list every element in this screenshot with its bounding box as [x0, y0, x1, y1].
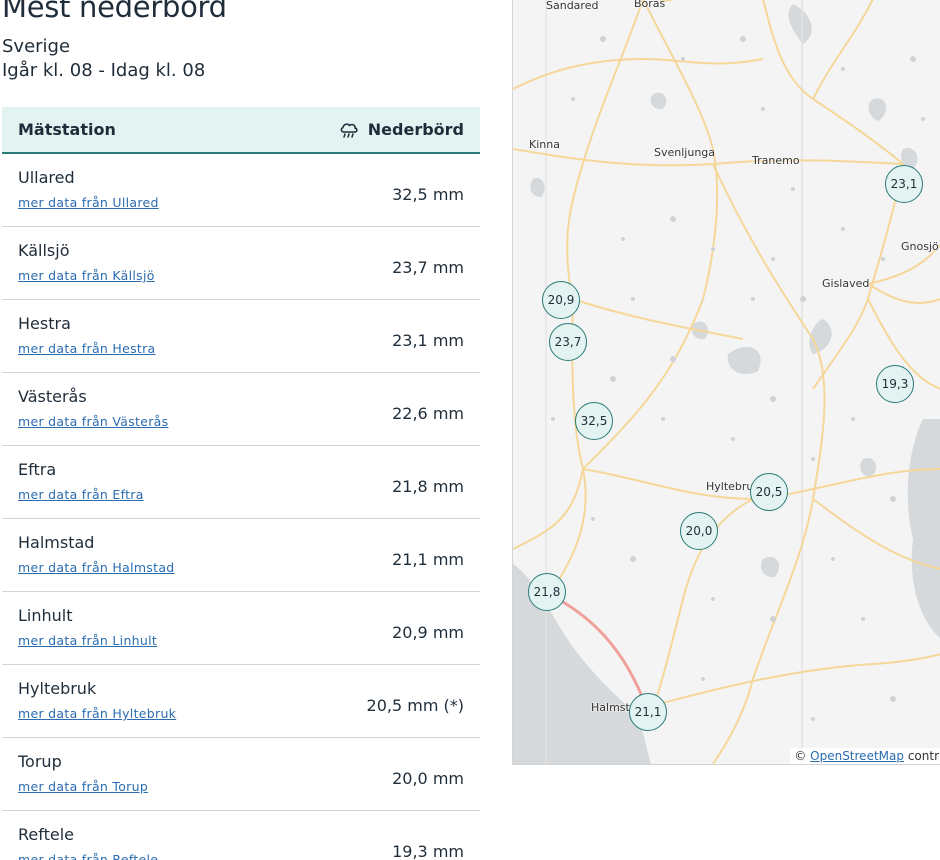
map-marker-reftele[interactable]: 19,3	[876, 365, 914, 403]
table-row: Reftele mer data från Reftele 19,3 mm	[2, 811, 480, 860]
table-header: Mätstation Nederbörd	[2, 107, 480, 154]
precipitation-value: 32,5 mm	[392, 184, 464, 204]
station-cell: Källsjö mer data från Källsjö	[18, 241, 155, 283]
precipitation-value: 21,8 mm	[392, 476, 464, 496]
openstreetmap-link[interactable]: OpenStreetMap	[810, 749, 904, 763]
precipitation-value: 20,9 mm	[392, 622, 464, 642]
station-data-link[interactable]: mer data från Eftra	[18, 487, 144, 502]
station-data-link[interactable]: mer data från Halmstad	[18, 560, 175, 575]
map-marker-ullared[interactable]: 32,5	[575, 402, 613, 440]
place-label-svenljunga: Svenljunga	[654, 146, 716, 159]
station-name: Västerås	[18, 387, 87, 406]
station-data-link[interactable]: mer data från Ullared	[18, 195, 159, 210]
period-label: Igår kl. 08 - Idag kl. 08	[2, 60, 206, 81]
column-header-station[interactable]: Mätstation	[18, 120, 116, 139]
precipitation-value: 20,0 mm	[392, 768, 464, 788]
station-data-link[interactable]: mer data från Linhult	[18, 633, 157, 648]
station-name: Eftra	[18, 460, 57, 479]
station-name: Hestra	[18, 314, 71, 333]
table-row: Hestra mer data från Hestra 23,1 mm	[2, 300, 480, 373]
table-row: Torup mer data från Torup 20,0 mm	[2, 738, 480, 811]
table-row: Ullared mer data från Ullared 32,5 mm	[2, 154, 480, 227]
precipitation-map[interactable]: Sandared Borås Kinna Svenljunga Tranemo …	[512, 0, 940, 765]
table-row: Eftra mer data från Eftra 21,8 mm	[2, 446, 480, 519]
station-name: Ullared	[18, 168, 75, 187]
place-label-tranemo: Tranemo	[752, 154, 800, 167]
station-name: Halmstad	[18, 533, 95, 552]
station-name: Källsjö	[18, 241, 70, 260]
precipitation-table: Mätstation Nederbörd Ullared mer data frå…	[2, 107, 480, 860]
station-cell: Ullared mer data från Ullared	[18, 168, 159, 210]
table-row: Hyltebruk mer data från Hyltebruk 20,5 mm …	[2, 665, 480, 738]
map-attribution: © OpenStreetMap contr	[790, 748, 940, 764]
table-row: Linhult mer data från Linhult 20,9 mm	[2, 592, 480, 665]
station-cell: Torup mer data från Torup	[18, 752, 148, 794]
column-header-precipitation-label: Nederbörd	[367, 120, 464, 139]
precipitation-value: 23,7 mm	[392, 257, 464, 277]
precipitation-value: 22,6 mm	[392, 403, 464, 423]
precipitation-value: 19,3 mm	[392, 841, 464, 860]
station-cell: Halmstad mer data från Halmstad	[18, 533, 175, 575]
station-data-link[interactable]: mer data från Reftele	[18, 852, 158, 860]
place-label-gnosjo: Gnosjö	[901, 240, 939, 253]
left-panel: Mest nederbörd Sverige Igår kl. 08 - Ida…	[0, 0, 480, 860]
station-name: Hyltebruk	[18, 679, 97, 698]
station-cell: Linhult mer data från Linhult	[18, 606, 157, 648]
place-label-gislaved: Gislaved	[822, 277, 870, 290]
attribution-suffix: contr	[907, 749, 939, 763]
station-name: Reftele	[18, 825, 74, 844]
column-header-precipitation[interactable]: Nederbörd	[339, 120, 464, 139]
page-title: Mest nederbörd	[2, 0, 227, 24]
map-marker-hestra[interactable]: 23,1	[885, 165, 923, 203]
station-data-link[interactable]: mer data från Hyltebruk	[18, 706, 176, 721]
map-marker-hyltebruk[interactable]: 20,5	[750, 473, 788, 511]
place-label-sandared: Sandared	[546, 0, 599, 12]
precipitation-value: 23,1 mm	[392, 330, 464, 350]
station-cell: Hyltebruk mer data från Hyltebruk	[18, 679, 176, 721]
attribution-prefix: ©	[794, 749, 807, 763]
table-row: Västerås mer data från Västerås 22,6 mm	[2, 373, 480, 446]
precipitation-value: 21,1 mm	[392, 549, 464, 569]
precipitation-value: 20,5 mm (*)	[366, 695, 464, 715]
station-cell: Reftele mer data från Reftele	[18, 825, 158, 860]
station-name: Torup	[18, 752, 62, 771]
station-name: Linhult	[18, 606, 73, 625]
map-marker-torup[interactable]: 20,0	[680, 512, 718, 550]
region-label: Sverige	[2, 36, 71, 57]
station-data-link[interactable]: mer data från Hestra	[18, 341, 156, 356]
station-cell: Eftra mer data från Eftra	[18, 460, 144, 502]
station-cell: Västerås mer data från Västerås	[18, 387, 168, 429]
table-row: Halmstad mer data från Halmstad 21,1 mm	[2, 519, 480, 592]
station-data-link[interactable]: mer data från Västerås	[18, 414, 168, 429]
map-marker-kallsjo[interactable]: 23,7	[549, 323, 587, 361]
rain-cloud-icon	[340, 122, 358, 138]
station-cell: Hestra mer data från Hestra	[18, 314, 156, 356]
table-row: Källsjö mer data från Källsjö 23,7 mm	[2, 227, 480, 300]
map-marker-halmstad[interactable]: 21,1	[629, 693, 667, 731]
place-label-boras: Borås	[634, 0, 666, 10]
station-data-link[interactable]: mer data från Källsjö	[18, 268, 155, 283]
station-data-link[interactable]: mer data från Torup	[18, 779, 148, 794]
map-marker-eftra[interactable]: 21,8	[528, 573, 566, 611]
map-marker-linhult[interactable]: 20,9	[542, 281, 580, 319]
place-label-kinna: Kinna	[529, 138, 560, 151]
